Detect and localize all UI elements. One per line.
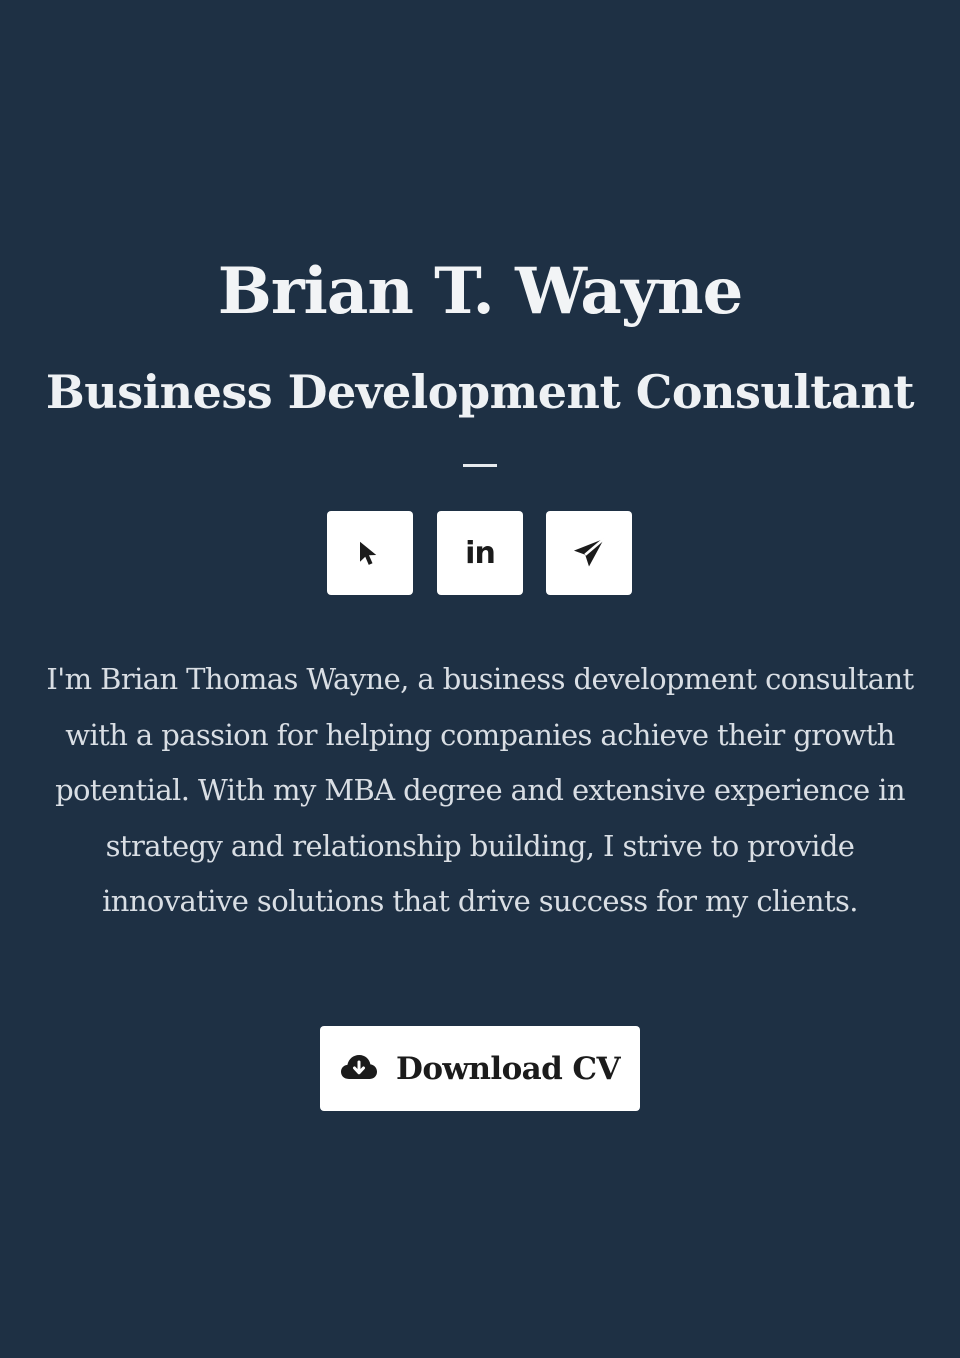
social-links: in [327,511,633,595]
send-paper-plane-icon [570,534,608,572]
contact-link-button[interactable] [546,511,632,595]
website-link-button[interactable] [327,511,413,595]
divider [463,464,497,467]
linkedin-link-button[interactable]: in [437,511,523,595]
profile-page: Brian T. Wayne Business Development Cons… [0,0,960,1358]
download-cv-button[interactable]: Download CV [320,1026,640,1111]
profile-title: Business Development Consultant [45,365,915,419]
profile-bio: I'm Brian Thomas Wayne, a business devel… [46,662,914,918]
download-cv-label: Download CV [396,1050,621,1087]
cursor-pointer-icon [355,538,385,568]
linkedin-icon: in [465,535,496,571]
cloud-download-icon [340,1052,378,1086]
profile-name: Brian T. Wayne [217,254,744,329]
